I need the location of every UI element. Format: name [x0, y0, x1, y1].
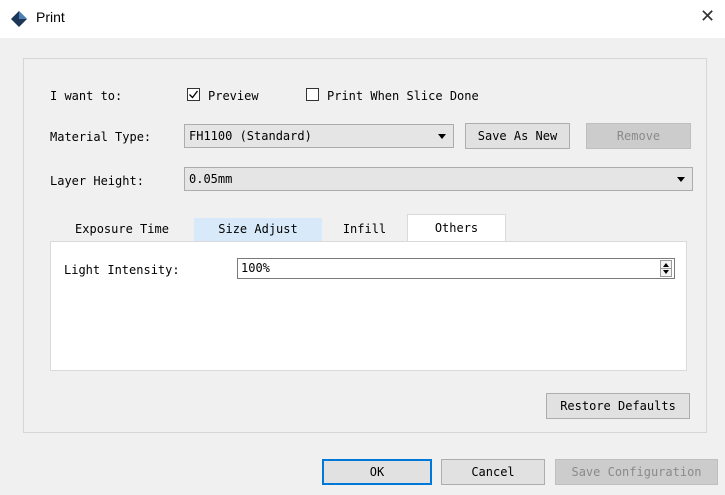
want-label: I want to:	[50, 89, 123, 103]
save-as-new-button[interactable]: Save As New	[465, 123, 570, 149]
remove-button[interactable]: Remove	[586, 123, 691, 149]
ok-button[interactable]: OK	[322, 459, 432, 485]
print-when-done-checkbox[interactable]	[306, 88, 319, 101]
light-intensity-value: 100%	[241, 261, 270, 275]
light-intensity-label: Light Intensity:	[64, 263, 180, 277]
chevron-down-icon	[677, 177, 685, 182]
spin-down-icon[interactable]	[663, 270, 669, 274]
material-type-value: FH1100 (Standard)	[189, 129, 312, 143]
chevron-down-icon	[438, 134, 446, 139]
cancel-button[interactable]: Cancel	[441, 459, 545, 485]
spin-up-icon[interactable]	[663, 263, 669, 267]
check-icon	[189, 90, 199, 99]
window-title: Print	[36, 9, 65, 25]
save-configuration-button[interactable]: Save Configuration	[555, 459, 718, 485]
spin-buttons[interactable]	[660, 260, 672, 277]
tab-others[interactable]: Others	[407, 214, 506, 242]
preview-label[interactable]: Preview	[208, 89, 259, 103]
print-when-done-label[interactable]: Print When Slice Done	[327, 89, 479, 103]
layer-height-value: 0.05mm	[189, 172, 233, 186]
material-type-label: Material Type:	[50, 130, 152, 144]
layer-height-select[interactable]: 0.05mm	[184, 167, 693, 191]
tab-exposure-time[interactable]: Exposure Time	[57, 218, 187, 241]
material-type-select[interactable]: FH1100 (Standard)	[184, 124, 454, 148]
tab-size-adjust[interactable]: Size Adjust	[194, 218, 322, 241]
close-icon[interactable]: ✕	[700, 6, 715, 27]
light-intensity-spinbox[interactable]: 100%	[237, 258, 675, 279]
restore-defaults-button[interactable]: Restore Defaults	[546, 393, 690, 419]
preview-checkbox[interactable]	[187, 88, 200, 101]
tab-infill[interactable]: Infill	[322, 218, 407, 241]
layer-height-label: Layer Height:	[50, 174, 144, 188]
diamond-app-icon	[11, 11, 27, 27]
title-bar: Print ✕	[0, 0, 725, 38]
